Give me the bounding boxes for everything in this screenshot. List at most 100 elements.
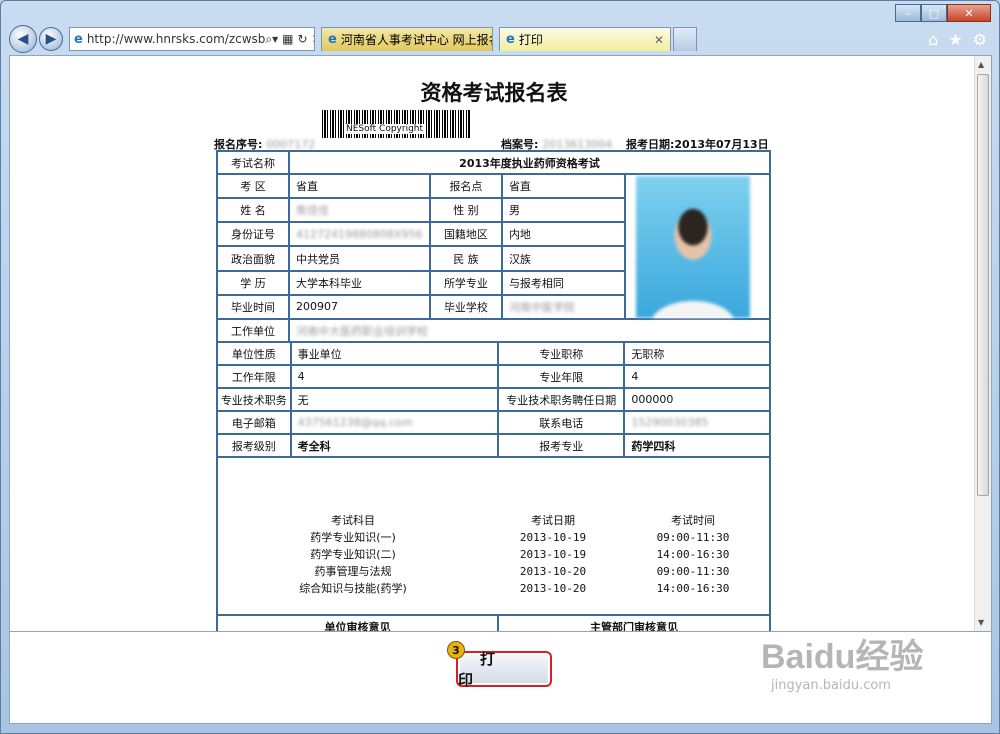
print-button[interactable]: 打印 [456,650,552,689]
subject-name: 药学专业知识(一) [310,530,396,544]
subject-date: 2013-10-19 [519,547,587,561]
ie-icon: e [328,32,337,47]
scroll-thumb[interactable] [977,74,989,496]
maximize-button[interactable]: □ [921,4,947,22]
work-unit-label: 工作单位 [216,318,290,343]
forward-arrow-icon: ▶ [45,31,57,47]
forward-button[interactable]: ▶ [39,27,63,51]
vertical-scrollbar[interactable]: ▲ ▼ [974,56,991,631]
name-value: 焦佳佳 [295,204,329,218]
photo-cell [623,173,772,320]
tab-label: 河南省人事考试中心 网上报名... [340,33,492,47]
level-value: 考全科 [289,433,500,458]
work-years-label: 工作年限 [216,364,292,389]
tech-post-value: 无 [289,387,500,412]
subject-time: 09:00-11:30 [656,530,730,544]
subjects-cell: 考试科目 考试日期 考试时间 药学专业知识(一) 2013-10-19 09:0… [216,456,771,616]
home-icon[interactable]: ⌂ [928,30,938,49]
registration-form: 考试名称 2013年度执业药师资格考试 考 区 省直 报名点 省直 姓 名 焦佳… [216,150,772,343]
grad-time-label: 毕业时间 [216,293,290,321]
back-button[interactable]: ◀ [9,25,37,53]
ethnic-label: 民 族 [428,245,503,272]
back-arrow-icon: ◀ [17,31,29,47]
gear-icon[interactable]: ⚙ [973,30,987,49]
exam-name-label: 考试名称 [216,150,290,175]
tab-exam-center[interactable]: e 河南省人事考试中心 网上报名... [321,27,493,51]
scroll-up-icon[interactable]: ▲ [978,60,984,69]
subject-date: 2013-10-20 [519,564,587,578]
district-value: 省直 [287,172,431,200]
unit-review-label: 单位审核意见 [215,614,500,631]
gender-label: 性 别 [428,197,503,224]
dept-review-label: 主管部门审核意见 [497,614,771,631]
site-label: 报名点 [428,172,503,200]
date-value: 2013年07月13日 [674,138,769,151]
reg-no-label: 报名序号: [214,138,263,151]
exam-name-value: 2013年度执业药师资格考试 [287,150,772,175]
name-label: 姓 名 [216,197,290,224]
email-value: 437561238@qq.com [297,416,413,429]
major-label: 所学专业 [428,269,503,296]
subject-time: 14:00-16:30 [656,581,730,595]
watermark-logo: Baidu经验 [761,638,924,676]
registration-form-lower: 单位性质 事业单位 专业职称 无职称 工作年限 4 专业年限 4 专业技术职务 … [215,341,771,631]
subject-name: 药学专业知识(二) [310,547,396,561]
reg-no-value: 0007172 [266,138,316,151]
compat-icon[interactable]: ▦ [282,32,293,47]
tab-print[interactable]: e 打印 ✕ [499,27,671,51]
baidu-watermark: Baidu经验 jingyan.baidu.com [761,629,961,709]
document-title: 资格考试报名表 [420,80,568,105]
work-years-value: 4 [289,364,500,389]
tech-date-value: 000000 [623,387,771,412]
edu-value: 大学本科毕业 [287,269,431,296]
watermark-url: jingyan.baidu.com [771,678,891,693]
site-value: 省直 [500,172,626,200]
subject-name: 药事管理与法规 [314,564,392,578]
edu-label: 学 历 [216,269,290,296]
apply-major-label: 报考专业 [497,433,626,458]
subject-date: 2013-10-20 [519,581,587,595]
major-years-value: 4 [623,364,771,389]
address-bar[interactable]: e http://www.hnrsks.com/zcwsb ⌕▾ ▦ ↻ ✕ [69,27,315,51]
archive-value: 2013613004 [542,138,613,151]
tab-close-icon[interactable]: ✕ [654,33,664,47]
level-label: 报考级别 [216,433,292,458]
school-label: 毕业学校 [428,293,503,321]
major-value: 与报考相同 [500,269,626,296]
favorites-star-icon[interactable]: ★ [948,30,962,49]
subjects-schedule: 考试科目 考试日期 考试时间 药学专业知识(一) 2013-10-19 09:0… [218,476,769,597]
unit-type-label: 单位性质 [216,341,292,366]
search-icon[interactable]: ⌕▾ [265,32,278,47]
close-button[interactable]: ✕ [947,4,991,22]
browser-window: – □ ✕ ◀ ▶ e http://www.hnrsks.com/zcwsb … [0,0,1000,734]
district-label: 考 区 [216,172,290,200]
id-label: 身份证号 [216,221,290,248]
political-label: 政治面貌 [216,245,290,272]
major-years-label: 专业年限 [497,364,626,389]
subject-name: 综合知识与技能(药学) [299,581,407,595]
refresh-icon[interactable]: ↻ [298,32,308,47]
ie-icon: e [74,31,83,47]
tech-date-label: 专业技术职务聘任日期 [497,387,626,412]
stop-icon[interactable]: ✕ [312,32,314,47]
new-tab-button[interactable] [673,27,697,51]
scroll-down-icon[interactable]: ▼ [978,618,984,627]
subject-date: 2013-10-19 [519,530,587,544]
browser-toolbar: ◀ ▶ e http://www.hnrsks.com/zcwsb ⌕▾ ▦ ↻… [9,25,991,53]
barcode-text: NESoft Copyright [344,124,426,134]
region-value: 内地 [500,221,626,248]
document-meta: NESoft Copyright 报名序号: 0007172 档案号: 2013… [214,110,774,151]
ethnic-value: 汉族 [500,245,626,272]
applicant-photo [635,176,750,318]
step-badge: 3 [447,641,465,659]
grad-time-value: 200907 [287,293,431,321]
unit-type-value: 事业单位 [289,341,500,366]
minimize-button[interactable]: – [895,4,921,22]
apply-major-value: 药学四科 [623,433,771,458]
title-value: 无职称 [623,341,771,366]
window-controls: – □ ✕ [895,4,991,22]
date-label: 报考日期: [626,138,675,151]
region-label: 国籍地区 [428,221,503,248]
ie-icon: e [506,32,515,47]
work-unit-value: 河南中大医药职业培训学校 [295,324,428,338]
